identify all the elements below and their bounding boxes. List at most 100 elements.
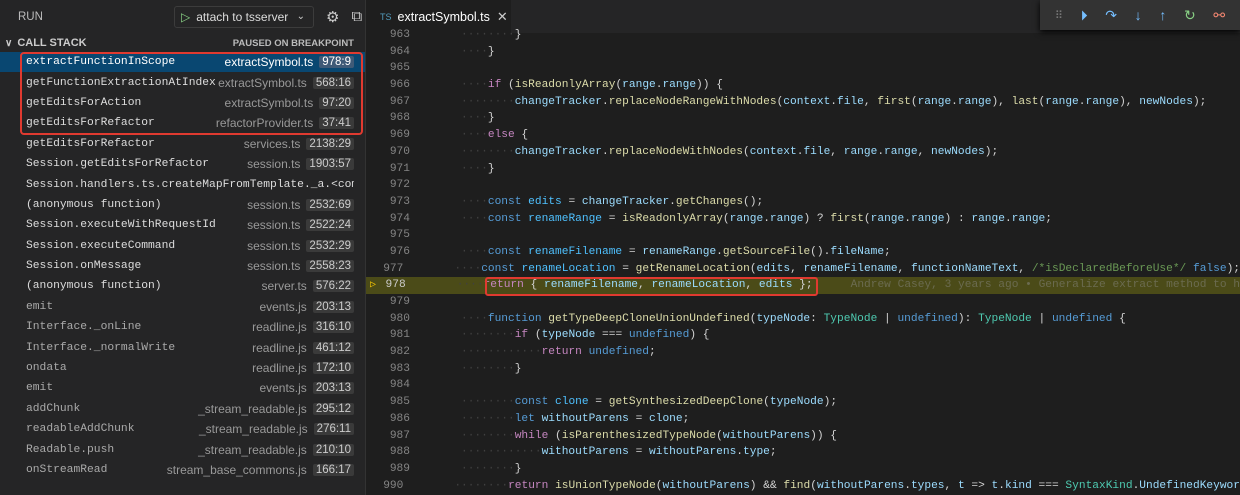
code-token: type	[743, 446, 770, 459]
breakpoint-paused-icon[interactable]: ▷	[370, 280, 381, 291]
frame-function: Interface._onLine	[26, 321, 142, 334]
code-token: if	[487, 79, 502, 92]
continue-icon[interactable]: ⏵	[1081, 7, 1088, 24]
whitespace: ····	[461, 195, 488, 208]
code-token: range	[971, 212, 1005, 225]
code-token: =	[561, 195, 582, 208]
code-token: withoutParens	[722, 429, 811, 442]
close-icon[interactable]: ✕	[497, 9, 508, 25]
start-debugging-icon[interactable]: ▷	[175, 10, 196, 24]
line-number: 968	[389, 112, 410, 125]
call-stack-frame[interactable]: getEditsForRefactor services.ts 2138:29	[0, 134, 365, 154]
code-token: ,	[917, 145, 932, 158]
call-stack-frame[interactable]: extractFunctionInScope extractSymbol.ts 97…	[0, 52, 365, 73]
call-stack-frame[interactable]: emit events.js 203:13	[0, 297, 365, 317]
code-token: renameRange	[642, 245, 717, 258]
code-token: .	[602, 95, 609, 108]
call-stack-frame[interactable]: Session.onMessage session.ts 2558:23	[0, 256, 365, 276]
code-token: range	[1045, 95, 1079, 108]
call-stack-frame[interactable]: Session.executeCommand session.ts 2532:29	[0, 236, 365, 256]
whitespace: ········	[461, 329, 515, 342]
launch-config-dropdown[interactable]: ▷ attach to tsserver ⌄	[174, 5, 314, 28]
call-stack-frame[interactable]: onStreamRead stream_base_commons.js 166:17	[0, 460, 365, 480]
step-out-icon[interactable]: ↑	[1159, 7, 1166, 23]
code-token: .	[763, 212, 770, 225]
frame-location: 276:11	[313, 423, 354, 436]
whitespace: ····	[454, 262, 482, 275]
disconnect-icon[interactable]: ⚯	[1213, 7, 1225, 24]
code-token: (	[749, 312, 757, 325]
code-token: edits	[528, 195, 562, 208]
code-token: ) ?	[803, 212, 831, 225]
code-editor[interactable]: 963 ········} 964 ····} 965 966 ···· if (isRea…	[366, 27, 1240, 494]
restart-icon[interactable]: ↻	[1184, 7, 1196, 24]
frame-file: services.ts	[243, 136, 301, 151]
call-stack-frame[interactable]: Interface._onLine readline.js 316:10	[0, 317, 365, 337]
call-stack-header[interactable]: ∨ CALL STACK PAUSED ON BREAKPOINT	[0, 34, 365, 52]
code-token: (	[655, 479, 663, 492]
code-token: ;	[649, 346, 656, 359]
code-token: ().	[810, 245, 831, 258]
call-stack-frame[interactable]: Session.executeWithRequestId session.ts 25…	[0, 215, 365, 235]
frame-function: (anonymous function)	[26, 198, 162, 211]
run-toolbar: RUN ▷ attach to tsserver ⌄ ⚙ ⧉	[0, 0, 365, 33]
code-token: file	[837, 95, 864, 108]
code-token: (	[776, 95, 784, 108]
code-token: edits	[758, 279, 793, 292]
call-stack-frame[interactable]: Session.handlers.ts.createMapFromTemplat…	[0, 174, 365, 194]
frame-location: 166:17	[312, 464, 354, 476]
code-token: renameLocation	[521, 262, 616, 275]
code-token: isReadonlyArray	[514, 79, 616, 92]
call-stack-frame[interactable]: emit events.js 203:13	[0, 378, 365, 398]
frame-function: getEditsForRefactor	[26, 117, 155, 130]
call-stack-frame[interactable]: (anonymous function) server.ts 576:22	[0, 276, 365, 296]
code-token: range	[917, 95, 952, 108]
gear-icon[interactable]: ⚙	[326, 8, 339, 26]
code-token: typeNode	[756, 312, 811, 325]
frame-location: 1903:57	[306, 158, 354, 171]
frame-location: 2558:23	[306, 260, 354, 273]
code-line: 986 ········ let withoutParens = clone;	[366, 411, 1240, 428]
code-token: (	[501, 79, 515, 92]
code-line: 969 ···· else {	[366, 127, 1240, 144]
call-stack-frame[interactable]: addChunk _stream_readable.js 295:12	[0, 399, 365, 419]
call-stack-frame[interactable]: Readable.push _stream_readable.js 210:10	[0, 439, 365, 459]
frame-function: extractFunctionInScope	[26, 56, 176, 69]
code-token: range	[1011, 212, 1046, 225]
call-stack-frame[interactable]: Interface._normalWrite readline.js 461:12	[0, 337, 365, 357]
frame-file: stream_base_commons.js	[166, 463, 307, 477]
frame-location: 978:9	[319, 56, 354, 69]
code-line: 971 ····}	[366, 161, 1240, 178]
code-token: .	[655, 79, 663, 92]
call-stack-frame[interactable]: ondata readline.js 172:10	[0, 358, 365, 378]
call-stack-frame[interactable]: getEditsForRefactor refactorProvider.ts 37…	[0, 113, 365, 133]
code-line: 989 ········}	[366, 461, 1240, 478]
code-token: ),	[1119, 95, 1140, 108]
code-token: TypeNode	[823, 312, 878, 325]
code-token: ) &&	[749, 479, 784, 492]
drag-handle-icon[interactable]: ⠿	[1055, 9, 1063, 22]
call-stack-frame[interactable]: getFunctionExtractionAtIndex extractSymbo…	[0, 72, 365, 92]
code-token: undefined	[588, 346, 650, 359]
code-token: ,	[863, 95, 878, 108]
frame-location: 203:13	[312, 382, 354, 395]
step-over-icon[interactable]: ↷	[1105, 7, 1117, 24]
frame-location: 576:22	[312, 280, 354, 293]
call-stack-frame[interactable]: (anonymous function) session.ts 2532:69	[0, 195, 365, 215]
step-into-icon[interactable]: ↓	[1135, 7, 1142, 23]
line-number: 971	[389, 162, 410, 175]
call-stack-frame[interactable]: Session.getEditsForRefactor session.ts 190…	[0, 154, 365, 174]
code-token: .	[1078, 95, 1086, 108]
frame-file: session.ts	[247, 218, 301, 233]
call-stack-frame[interactable]: readableAddChunk _stream_readable.js 276:1…	[0, 419, 365, 439]
whitespace: ····	[461, 245, 488, 258]
call-stack-frame[interactable]: getEditsForAction extractSymbol.ts 97:20	[0, 93, 365, 113]
code-token: ,	[897, 262, 911, 275]
code-token: =	[602, 212, 623, 225]
debug-console-icon[interactable]: ⧉	[351, 8, 362, 25]
code-token: range	[843, 145, 878, 158]
code-line: 980 ···· function getTypeDeepCloneUnionUn…	[366, 311, 1240, 328]
